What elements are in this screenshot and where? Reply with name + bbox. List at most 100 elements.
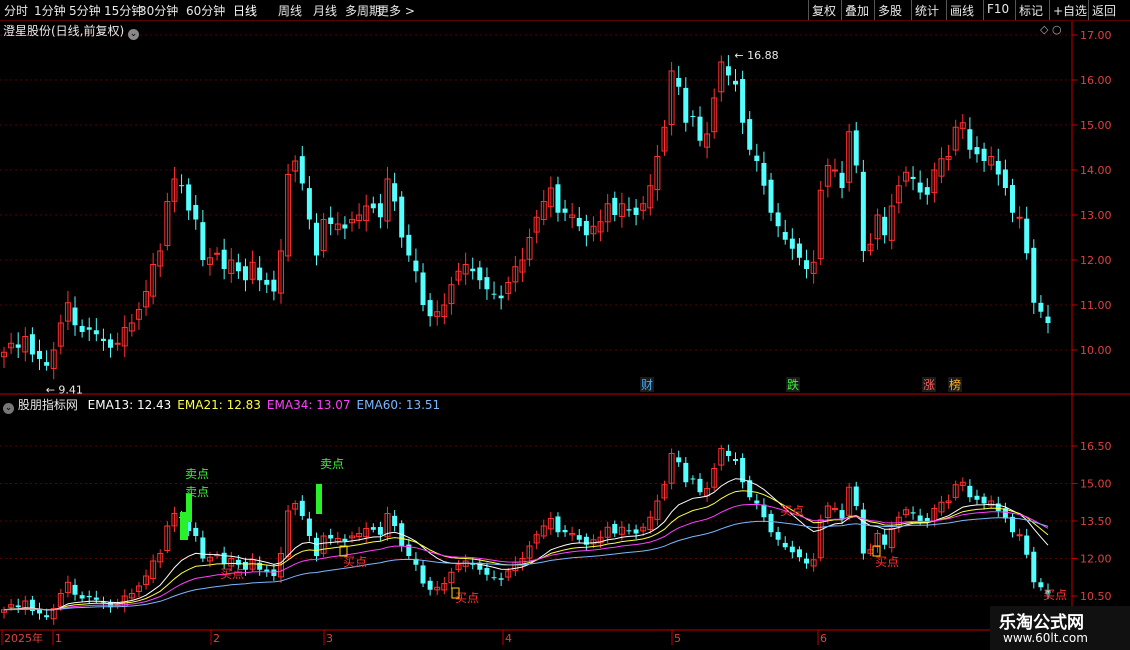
period-10[interactable]: 更多 >: [377, 2, 415, 19]
date-label: 2025年: [4, 631, 43, 645]
period-9[interactable]: 多周期: [345, 2, 381, 19]
main-candle-down: [725, 66, 731, 76]
indicator-candle-down: [562, 529, 568, 533]
indicator-candle-down: [1038, 582, 1044, 588]
main-candle-down: [633, 207, 639, 215]
toolbar-separator: [1088, 0, 1089, 20]
toolbar-button-8[interactable]: 返回: [1092, 2, 1116, 19]
indicator-tick-label: 13.50: [1080, 515, 1112, 528]
indicator-candle-down: [612, 523, 618, 534]
indicator-candle-down: [491, 577, 497, 579]
main-candle-down: [796, 243, 802, 258]
toolbar-button-3[interactable]: 统计: [915, 2, 939, 19]
main-candle-down: [392, 183, 398, 202]
chevron-down-icon[interactable]: ⌄: [3, 403, 14, 414]
main-candle-down: [477, 267, 483, 281]
main-candle-down: [782, 231, 788, 240]
main-panel-header: 澄星股份(日线,前复权) ⌄: [3, 22, 140, 40]
price-tick-label: 11.00: [1080, 299, 1112, 312]
high-price-label: ← 16.88: [734, 49, 778, 62]
buy-signal-label: 买点: [1043, 588, 1067, 602]
main-candle-down: [72, 307, 78, 326]
main-candle-down: [299, 156, 305, 184]
indicator-candle-down: [754, 500, 760, 504]
toolbar-separator: [874, 0, 875, 20]
date-label: 3: [326, 632, 333, 645]
indicator-candle-down: [1031, 551, 1037, 583]
indicator-candle-down: [576, 535, 582, 540]
period-5[interactable]: 60分钟: [186, 2, 225, 19]
period-8[interactable]: 月线: [313, 2, 337, 19]
period-1[interactable]: 1分钟: [34, 2, 66, 19]
indicator-candle-down: [15, 605, 21, 608]
main-candle-up: [214, 252, 221, 255]
indicator-candle-down: [882, 534, 888, 545]
indicator-candle-down: [725, 450, 731, 456]
indicator-panel-header: ⌄ 股朋指标网 EMA13: 12.43 EMA21: 12.83 EMA34: 1…: [3, 396, 440, 414]
date-label: 1: [55, 632, 62, 645]
watermark-url: www.60lt.com: [1003, 631, 1088, 645]
sell-signal-label: 卖点: [320, 457, 344, 471]
buy-signal-label: 买点: [875, 555, 899, 569]
toolbar-button-1[interactable]: 叠加: [845, 2, 869, 19]
main-candle-down: [576, 217, 582, 227]
sell-signal-bar: [186, 494, 192, 522]
main-candle-down: [179, 185, 185, 187]
indicator-candle-down: [420, 565, 426, 584]
indicator-candle-down: [626, 530, 632, 532]
toolbar-button-4[interactable]: 画线: [950, 2, 974, 19]
main-candle-down: [377, 203, 383, 218]
main-candle-down: [242, 266, 248, 281]
period-6[interactable]: 日线: [233, 2, 257, 19]
main-candle-down: [108, 339, 114, 348]
indicator-candle-down: [313, 537, 319, 556]
main-candle-down: [839, 172, 845, 188]
panel-options-icons[interactable]: ◇ ○: [1040, 23, 1062, 36]
main-candle-down: [413, 260, 419, 272]
toolbar-button-7[interactable]: +自选: [1053, 2, 1087, 19]
event-marker: 榜: [949, 377, 961, 392]
main-candle-down: [271, 279, 277, 292]
toolbar-separator: [911, 0, 912, 20]
ema-label-1: EMA21: 12.83: [177, 398, 261, 412]
indicator-candle-down: [392, 515, 398, 526]
main-candle-down: [562, 208, 568, 213]
toolbar-button-2[interactable]: 多股: [878, 2, 902, 19]
main-candle-down: [804, 260, 810, 269]
main-candle-down: [690, 115, 696, 117]
period-3[interactable]: 15分钟: [104, 2, 143, 19]
main-candle-down: [555, 184, 561, 213]
indicator-candle-down: [93, 597, 99, 600]
price-tick-label: 10.00: [1080, 344, 1112, 357]
main-candle-down: [235, 262, 241, 272]
main-candle-down: [995, 160, 1001, 175]
toolbar-button-6[interactable]: 标记: [1019, 2, 1043, 19]
main-candle-down: [1045, 316, 1051, 323]
indicator-candle-down: [633, 529, 639, 534]
chevron-down-icon[interactable]: ⌄: [128, 29, 140, 40]
period-0[interactable]: 分时: [4, 2, 28, 19]
sell-signal-label: 卖点: [185, 467, 209, 481]
period-7[interactable]: 周线: [278, 2, 302, 19]
main-candle-down: [498, 295, 504, 299]
toolbar-button-5[interactable]: F10: [987, 2, 1009, 16]
main-candle-down: [747, 119, 753, 150]
main-candle-down: [427, 300, 433, 317]
toolbar-button-0[interactable]: 复权: [812, 2, 836, 19]
indicator-title: 股朋指标网: [17, 398, 78, 412]
main-candle-down: [967, 129, 973, 150]
indicator-candle-up: [831, 508, 838, 510]
buy-signal-label: 买点: [780, 504, 804, 518]
period-2[interactable]: 5分钟: [69, 2, 101, 19]
main-candle-down: [860, 171, 866, 251]
main-candle-down: [853, 130, 859, 166]
main-candle-down: [200, 222, 206, 260]
main-candle-down: [768, 179, 774, 213]
toolbar-separator: [808, 0, 809, 20]
period-4[interactable]: 30分钟: [139, 2, 178, 19]
main-candle-down: [29, 334, 35, 355]
main-candle-down: [221, 249, 227, 269]
buy-signal-label: 买点: [343, 555, 367, 569]
toolbar-separator: [983, 0, 984, 20]
main-candle-down: [676, 77, 682, 87]
